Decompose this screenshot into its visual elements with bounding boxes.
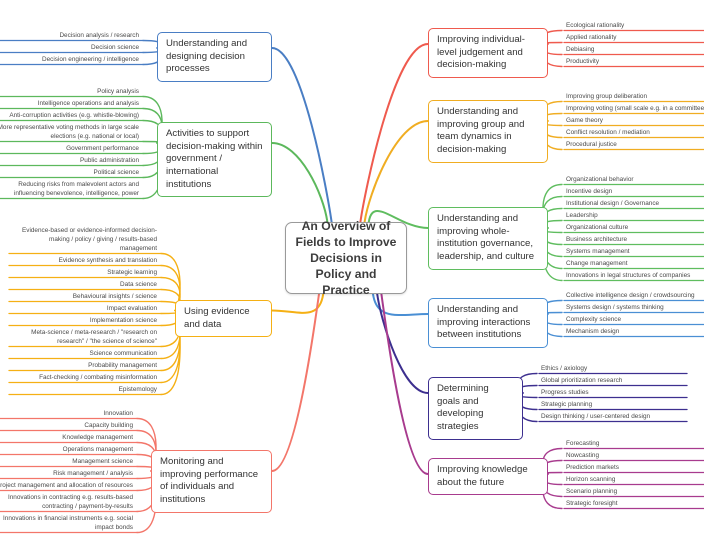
leaf-node[interactable]: Government performance — [0, 144, 141, 154]
leaf-node[interactable]: Productivity — [564, 57, 704, 67]
branch-node-label: Using evidence and data — [184, 306, 250, 330]
leaf-node[interactable]: Management science — [0, 457, 135, 467]
branch-node-understanding-designing-decision-processes[interactable]: Understanding and designing decision pro… — [157, 32, 272, 82]
branch-node-label: Understanding and improving interactions… — [437, 304, 531, 341]
leaf-node[interactable]: Forecasting — [564, 439, 704, 449]
leaf-node[interactable]: Institutional design / Governance — [564, 199, 704, 209]
leaf-node[interactable]: Knowledge management — [0, 433, 135, 443]
leaf-node[interactable]: Prediction markets — [564, 463, 704, 473]
leaf-node[interactable]: Strategic planning — [539, 400, 689, 410]
leaf-node[interactable]: Decision science — [0, 43, 141, 53]
branch-node-improving-knowledge-about-future[interactable]: Improving knowledge about the future — [428, 458, 548, 496]
leaf-node[interactable]: Evidence-based or evidence-informed deci… — [9, 226, 159, 254]
leaf-node[interactable]: Organizational behavior — [564, 175, 704, 185]
leaf-node[interactable]: Epistemology — [9, 385, 159, 395]
branch-node-determining-goals-strategies[interactable]: Determining goals and developing strateg… — [428, 377, 523, 440]
leaf-node[interactable]: Operations management — [0, 445, 135, 455]
leaf-node[interactable]: Innovations in contracting e.g. results-… — [0, 493, 135, 512]
leaf-node[interactable]: Implementation science — [9, 316, 159, 326]
branch-node-label: Understanding and improving group and te… — [437, 106, 525, 155]
leaf-node[interactable]: Leadership — [564, 211, 704, 221]
leaf-node[interactable]: Scenario planning — [564, 487, 704, 497]
leaf-node[interactable]: Strategic foresight — [564, 499, 704, 509]
leaf-node[interactable]: Change management — [564, 259, 704, 269]
branch-node-label: Activities to support decision-making wi… — [166, 128, 263, 190]
root-node[interactable]: An Overview of Fields to Improve Decisio… — [285, 219, 407, 297]
leaf-node[interactable]: Mechanism design — [564, 327, 704, 337]
leaf-node[interactable]: More representative voting methods in la… — [0, 123, 141, 142]
branch-node-using-evidence-and-data[interactable]: Using evidence and data — [175, 300, 272, 338]
leaf-node[interactable]: Capacity building — [0, 421, 135, 431]
branch-node-label: Determining goals and developing strateg… — [437, 383, 489, 432]
leaf-node[interactable]: Nowcasting — [564, 451, 704, 461]
leaf-node[interactable]: Evidence synthesis and translation — [9, 256, 159, 266]
leaf-node[interactable]: Game theory — [564, 116, 704, 126]
leaf-node[interactable]: Organizational culture — [564, 223, 704, 233]
branch-node-label: Improving knowledge about the future — [437, 464, 528, 488]
branch-node-activities-to-support-decision-making[interactable]: Activities to support decision-making wi… — [157, 122, 272, 198]
leaf-node[interactable]: Innovation — [0, 409, 135, 419]
branch-node-whole-institution-governance[interactable]: Understanding and improving whole-instit… — [428, 207, 548, 270]
leaf-node[interactable]: Data science — [9, 280, 159, 290]
branch-node-label: Understanding and designing decision pro… — [166, 38, 248, 75]
leaf-node[interactable]: Strategic learning — [9, 268, 159, 278]
branch-node-improving-individual-level-judgement[interactable]: Improving individual-level judgement and… — [428, 28, 548, 78]
leaf-node[interactable]: Anti-corruption activities (e.g. whistle… — [0, 111, 141, 121]
leaf-node[interactable]: Applied rationality — [564, 33, 704, 43]
leaf-node[interactable]: Design thinking / user-centered design — [539, 412, 689, 422]
leaf-node[interactable]: Complexity science — [564, 315, 704, 325]
leaf-node[interactable]: Systems design / systems thinking — [564, 303, 704, 313]
leaf-node[interactable]: Ethics / axiology — [539, 364, 689, 374]
leaf-node[interactable]: Improving group deliberation — [564, 92, 704, 102]
leaf-node[interactable]: Procedural justice — [564, 140, 704, 150]
leaf-node[interactable]: Political science — [0, 168, 141, 178]
leaf-node[interactable]: Policy analysis — [0, 87, 141, 97]
branch-node-label: Understanding and improving whole-instit… — [437, 213, 535, 262]
leaf-node[interactable]: Innovations in financial instruments e.g… — [0, 514, 135, 533]
leaf-node[interactable]: Conflict resolution / mediation — [564, 128, 704, 138]
leaf-node[interactable]: Project management and allocation of res… — [0, 481, 135, 491]
branch-node-monitoring-improving-performance[interactable]: Monitoring and improving performance of … — [151, 450, 272, 513]
leaf-node[interactable]: Science communication — [9, 349, 159, 359]
leaf-node[interactable]: Progress studies — [539, 388, 689, 398]
leaf-node[interactable]: Intelligence operations and analysis — [0, 99, 141, 109]
leaf-node[interactable]: Probability management — [9, 361, 159, 371]
branch-node-label: Improving individual-level judgement and… — [437, 34, 525, 71]
leaf-node[interactable]: Ecological rationality — [564, 21, 704, 31]
leaf-node[interactable]: Behavioural insights / science — [9, 292, 159, 302]
leaf-node[interactable]: Global prioritization research — [539, 376, 689, 386]
leaf-node[interactable]: Debiasing — [564, 45, 704, 55]
leaf-node[interactable]: Fact-checking / combating misinformation — [9, 373, 159, 383]
leaf-node[interactable]: Systems management — [564, 247, 704, 257]
mindmap-canvas: An Overview of Fields to Improve Decisio… — [0, 0, 704, 556]
root-node-label: An Overview of Fields to Improve Decisio… — [295, 218, 397, 298]
leaf-node[interactable]: Meta-science / meta-research / "research… — [9, 328, 159, 347]
branch-node-label: Monitoring and improving performance of … — [160, 456, 259, 505]
leaf-node[interactable]: Business architecture — [564, 235, 704, 245]
leaf-node[interactable]: Decision analysis / research — [0, 31, 141, 41]
leaf-node[interactable]: Incentive design — [564, 187, 704, 197]
leaf-node[interactable]: Risk management / analysis — [0, 469, 135, 479]
leaf-node[interactable]: Horizon scanning — [564, 475, 704, 485]
leaf-node[interactable]: Improving voting (small scale e.g. in a … — [564, 104, 704, 114]
branch-node-group-and-team-dynamics[interactable]: Understanding and improving group and te… — [428, 100, 548, 163]
leaf-node[interactable]: Decision engineering / intelligence — [0, 55, 141, 65]
leaf-node[interactable]: Impact evaluation — [9, 304, 159, 314]
leaf-node[interactable]: Reducing risks from malevolent actors an… — [0, 180, 141, 199]
branch-node-interactions-between-institutions[interactable]: Understanding and improving interactions… — [428, 298, 548, 348]
leaf-node[interactable]: Public administration — [0, 156, 141, 166]
leaf-node[interactable]: Collective intelligence design / crowdso… — [564, 291, 704, 301]
leaf-node[interactable]: Innovations in legal structures of compa… — [564, 271, 704, 281]
